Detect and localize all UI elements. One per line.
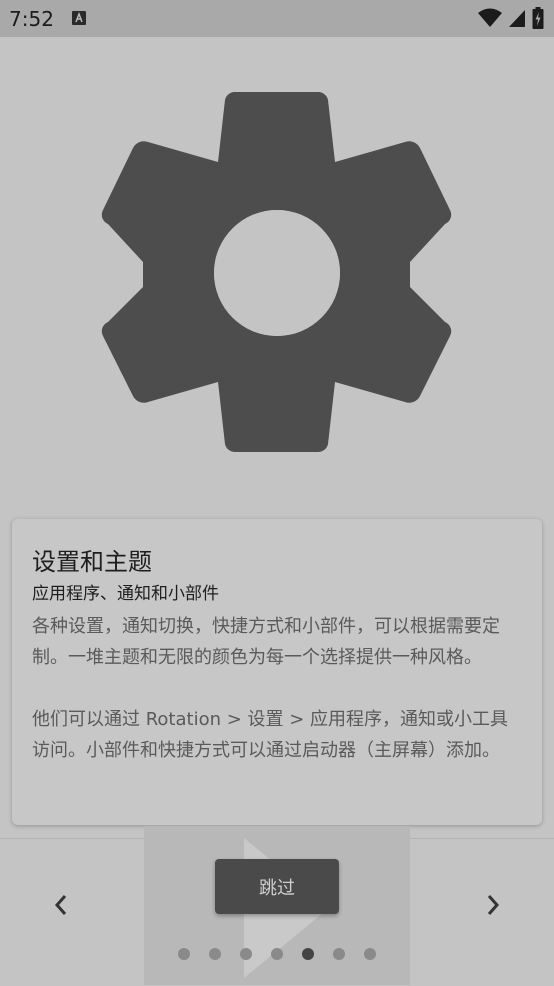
page-dot[interactable] (178, 948, 190, 960)
page-indicator (178, 948, 376, 960)
card-body: 各种设置，通知切换，快捷方式和小部件，可以根据需要定制。一堆主题和无限的颜色为每… (32, 611, 522, 766)
skip-button[interactable]: 跳过 (215, 859, 339, 914)
chevron-right-icon (487, 895, 500, 915)
chevron-left-icon (54, 895, 67, 915)
wifi-icon (478, 8, 502, 27)
signal-icon (509, 10, 525, 27)
card-paragraph: 他们可以通过 Rotation > 设置 > 应用程序，通知或小工具访问。小部件… (32, 709, 509, 761)
page-dot[interactable] (271, 948, 283, 960)
status-bar: 7:52 (0, 0, 554, 37)
notification-a-icon (72, 11, 86, 25)
battery-icon (532, 7, 544, 29)
page-dot[interactable] (209, 948, 221, 960)
card-paragraph: 各种设置，通知切换，快捷方式和小部件，可以根据需要定制。一堆主题和无限的颜色为每… (32, 616, 500, 668)
card-title: 设置和主题 (32, 548, 152, 576)
feature-card: 设置和主题 应用程序、通知和小部件 各种设置，通知切换，快捷方式和小部件，可以根… (12, 519, 542, 825)
page-dot[interactable] (302, 948, 314, 960)
previous-button[interactable] (44, 888, 78, 922)
next-button[interactable] (476, 888, 510, 922)
page-dot[interactable] (333, 948, 345, 960)
page-dot[interactable] (364, 948, 376, 960)
gear-icon (101, 92, 452, 452)
status-time: 7:52 (9, 7, 54, 31)
status-icons (478, 7, 544, 29)
card-subtitle: 应用程序、通知和小部件 (32, 584, 219, 604)
page-dot[interactable] (240, 948, 252, 960)
